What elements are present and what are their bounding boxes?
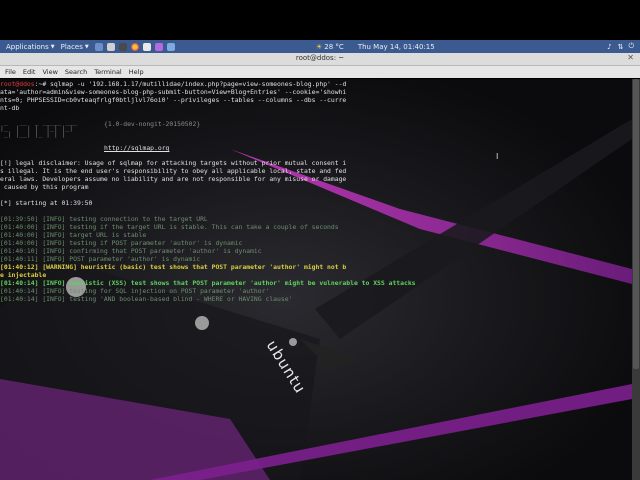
chevron-down-icon: ▼ xyxy=(50,43,55,50)
sqlmap-ascii-logo: _ __ _ _____ ___ |_ | | | |_| |_| _| |__… xyxy=(0,118,77,138)
menu-view[interactable]: View xyxy=(42,68,57,76)
terminal-launcher-icon[interactable] xyxy=(94,42,103,51)
chevron-down-icon: ▼ xyxy=(84,43,89,50)
terminal-menubar: File Edit View Search Terminal Help xyxy=(0,66,640,78)
log-line: [01:40:00] [INFO] testing if the target … xyxy=(0,223,339,231)
log-line: [01:40:10] [INFO] confirming that POST p… xyxy=(0,247,262,255)
disclaimer-4: caused by this program xyxy=(0,183,89,191)
top-panel: Applications ▼ Places ▼ ☀ 28 °C Thu May … xyxy=(0,40,640,53)
menu-terminal[interactable]: Terminal xyxy=(94,68,121,76)
command-line-4: nt-db xyxy=(0,104,20,112)
prompt: root@ddos xyxy=(0,80,35,88)
editor-launcher-icon[interactable] xyxy=(142,42,151,51)
window-titlebar[interactable]: root@ddos: ~ ✕ xyxy=(0,53,640,66)
command-line-2: ata='author=admin&view-someones-blog-php… xyxy=(0,88,347,96)
log-line: [01:40:14] [INFO] testing 'AND boolean-b… xyxy=(0,295,293,303)
version: {1.0-dev-nongit-20150502} xyxy=(104,120,201,128)
volume-icon[interactable]: ♪ xyxy=(607,43,611,51)
applications-label: Applications xyxy=(6,42,49,51)
power-icon[interactable]: ⏻ xyxy=(628,42,634,51)
command-line-3: nts=0; PHPSESSID=cb0vteaqfrlgf0btljlvl76… xyxy=(0,96,347,104)
terminal-output[interactable]: ubuntu root@ddos:~# sqlmap -u '192.168.1… xyxy=(0,79,632,480)
close-icon[interactable]: ✕ xyxy=(627,53,634,62)
files-launcher-icon[interactable] xyxy=(166,42,175,51)
log-line: [01:39:50] [INFO] testing connection to … xyxy=(0,215,208,223)
terminal-scrollbar[interactable] xyxy=(632,79,640,480)
temperature[interactable]: 28 °C xyxy=(324,43,344,51)
clock[interactable]: Thu May 14, 01:40:15 xyxy=(358,43,435,51)
text-cursor-icon: I xyxy=(496,152,499,161)
log-line: [01:40:00] [INFO] target URL is stable xyxy=(0,231,147,239)
command-line-1: root@ddos:~# sqlmap -u '192.168.1.17/mut… xyxy=(0,80,346,88)
network-icon[interactable]: ⇅ xyxy=(618,43,624,51)
log-line: [01:40:00] [INFO] testing if POST parame… xyxy=(0,239,243,247)
window-title: root@ddos: ~ xyxy=(295,54,345,62)
command: :~# sqlmap -u '192.168.1.17/mutillidae/i… xyxy=(34,80,347,88)
places-menu[interactable]: Places ▼ xyxy=(61,43,89,51)
starting-line: [*] starting at 01:39:50 xyxy=(0,199,93,207)
menu-file[interactable]: File xyxy=(5,68,16,76)
xss-info-line: [01:40:14] [INFO] heuristic (XSS) test s… xyxy=(0,279,416,287)
menu-help[interactable]: Help xyxy=(129,68,144,76)
menu-edit[interactable]: Edit xyxy=(23,68,36,76)
warning-line-2: e injectable xyxy=(0,271,47,279)
menu-search[interactable]: Search xyxy=(65,68,87,76)
disclaimer-1: [!] legal disclaimer: Usage of sqlmap fo… xyxy=(0,159,347,167)
disclaimer-2: s illegal. It is the end user's responsi… xyxy=(0,167,347,175)
applications-menu[interactable]: Applications ▼ xyxy=(6,43,55,51)
warning-line-1: [01:40:12] [WARNING] heuristic (basic) t… xyxy=(0,263,347,271)
terminal-text: root@ddos:~# sqlmap -u '192.168.1.17/mut… xyxy=(0,79,632,319)
app-launcher-icon[interactable] xyxy=(118,42,127,51)
places-label: Places xyxy=(60,42,83,51)
sqlmap-url[interactable]: http://sqlmap.org xyxy=(104,144,169,152)
scrollbar-thumb[interactable] xyxy=(633,79,639,369)
chrome-icon[interactable] xyxy=(130,42,139,51)
media-launcher-icon[interactable] xyxy=(154,42,163,51)
disclaimer-3: eral laws. Developers assume no liabilit… xyxy=(0,175,347,183)
log-line: [01:40:11] [INFO] POST parameter 'author… xyxy=(0,255,201,263)
log-line: [01:40:14] [INFO] testing for SQL inject… xyxy=(0,287,270,295)
weather-icon: ☀ xyxy=(316,42,323,51)
settings-launcher-icon[interactable] xyxy=(106,42,115,51)
